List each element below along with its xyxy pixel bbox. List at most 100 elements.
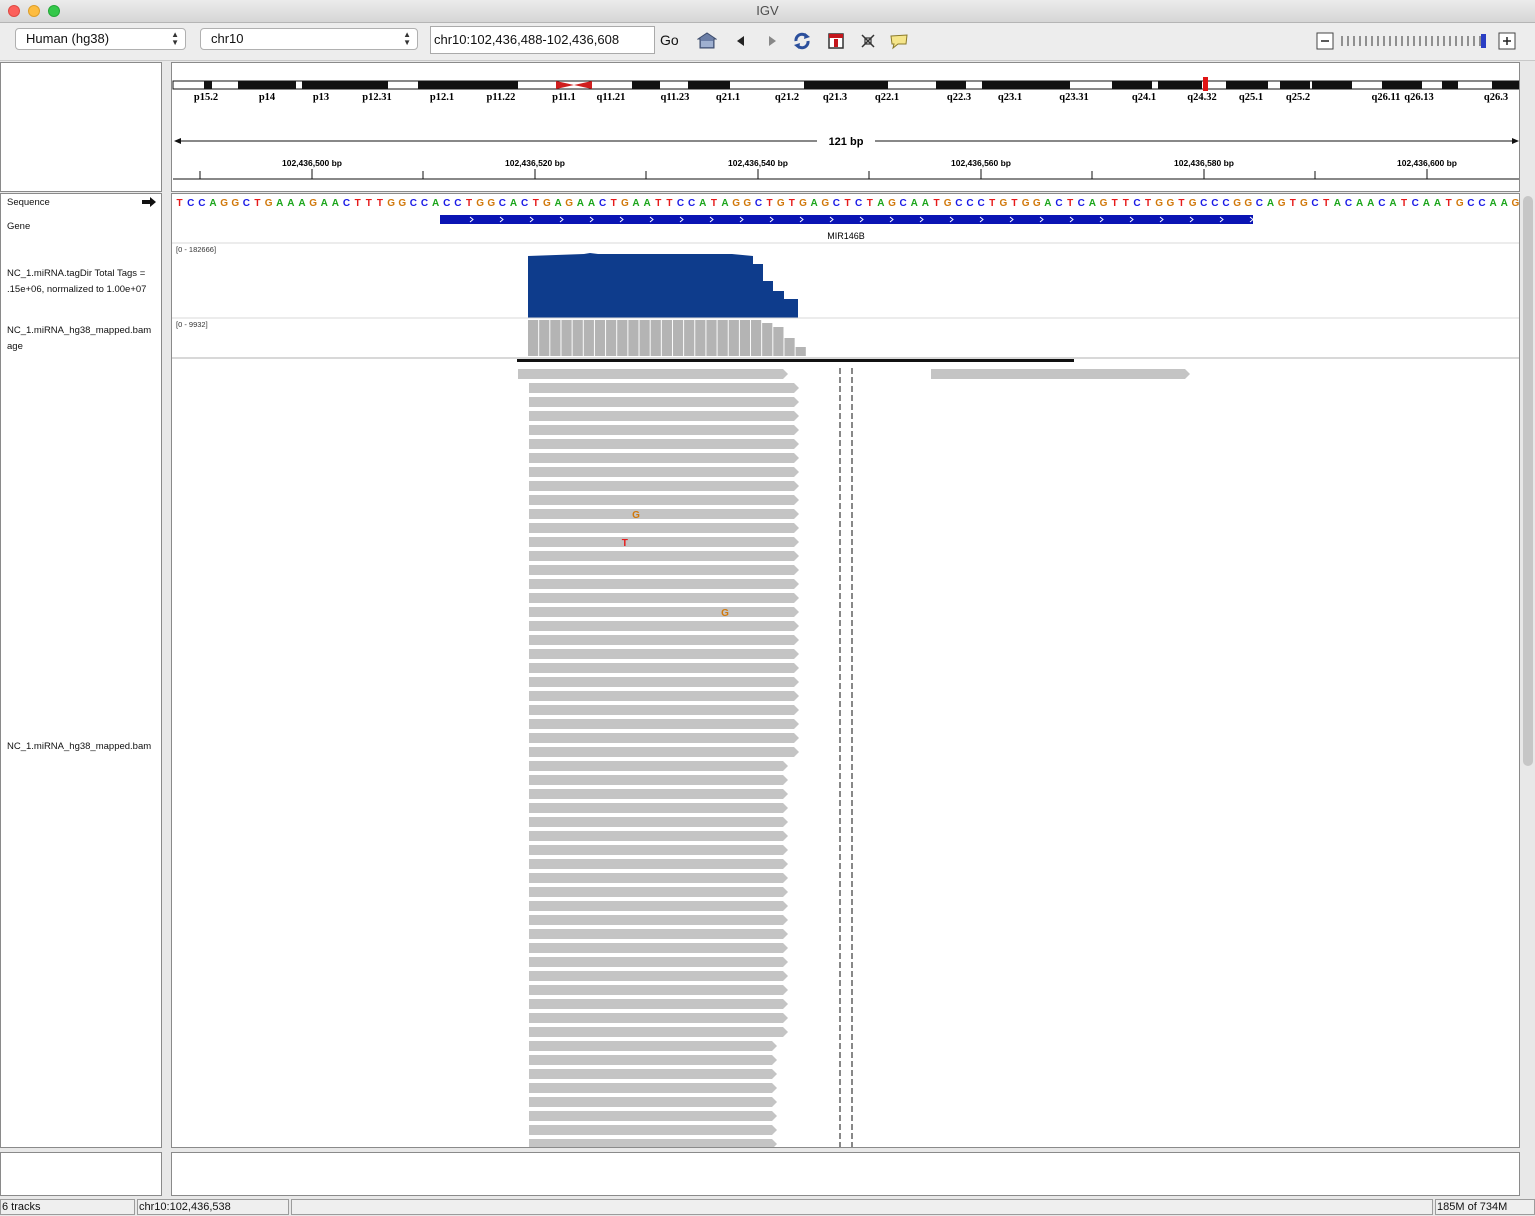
read[interactable] xyxy=(529,873,788,883)
zoom-slider[interactable] xyxy=(1316,32,1516,50)
sequence-track: TCCAGGCTGAAAGAACTTTGGCCACCTGGCACTGAGAACT… xyxy=(177,198,1520,209)
read[interactable] xyxy=(529,789,788,799)
coverage-track-name-1[interactable]: NC_1.miRNA_hg38_mapped.bam xyxy=(7,325,151,336)
read[interactable] xyxy=(529,1097,777,1107)
read[interactable] xyxy=(529,747,799,757)
read[interactable] xyxy=(529,719,799,729)
read[interactable] xyxy=(529,845,788,855)
read[interactable] xyxy=(529,397,799,407)
read[interactable] xyxy=(529,957,788,967)
read[interactable] xyxy=(529,439,799,449)
read[interactable] xyxy=(529,915,788,925)
read[interactable] xyxy=(518,369,788,379)
read[interactable] xyxy=(529,1125,777,1135)
gene-feature-mir146b[interactable] xyxy=(440,215,1253,224)
coverage-track-name-2[interactable]: age xyxy=(7,341,23,352)
locus-input[interactable]: chr10:102,436,488-102,436,608 xyxy=(430,26,655,54)
read[interactable] xyxy=(529,1013,788,1023)
band-label: q23.1 xyxy=(998,92,1022,103)
back-arrow-icon[interactable] xyxy=(731,31,751,51)
sequence-base: G xyxy=(732,198,740,209)
resize-to-window-icon[interactable] xyxy=(858,31,878,51)
sequence-track-name[interactable]: Sequence xyxy=(7,197,50,208)
sequence-base: A xyxy=(554,198,561,209)
read[interactable] xyxy=(529,467,799,477)
read[interactable] xyxy=(529,495,799,505)
read[interactable] xyxy=(529,733,799,743)
read[interactable] xyxy=(529,509,799,519)
home-icon[interactable] xyxy=(697,31,717,51)
sequence-base: C xyxy=(1078,198,1085,209)
read[interactable] xyxy=(529,761,788,771)
read[interactable] xyxy=(529,481,799,491)
read[interactable] xyxy=(529,691,799,701)
read[interactable] xyxy=(529,901,788,911)
sequence-base: A xyxy=(1423,198,1430,209)
region-of-interest-icon[interactable] xyxy=(826,31,846,51)
read[interactable] xyxy=(529,831,788,841)
read[interactable] xyxy=(529,425,799,435)
band-label: q25.2 xyxy=(1286,92,1310,103)
go-button[interactable]: Go xyxy=(660,32,679,48)
sequence-base: G xyxy=(1512,198,1520,209)
gene-track-name[interactable]: Gene xyxy=(7,221,30,232)
vertical-scrollbar[interactable] xyxy=(1523,196,1533,766)
read[interactable] xyxy=(529,817,788,827)
read[interactable] xyxy=(529,1027,788,1037)
chromosome-select[interactable]: chr10 ▲ ▼ xyxy=(200,28,418,50)
read[interactable] xyxy=(529,453,799,463)
read[interactable] xyxy=(529,1055,777,1065)
coverage-bar xyxy=(672,320,684,356)
read[interactable] xyxy=(529,383,799,393)
sequence-base: T xyxy=(533,198,539,209)
popup-info-icon[interactable] xyxy=(889,31,909,51)
read[interactable] xyxy=(529,677,799,687)
sequence-base: T xyxy=(177,198,183,209)
sequence-base: A xyxy=(1267,198,1274,209)
read[interactable] xyxy=(529,537,799,547)
read[interactable] xyxy=(529,971,788,981)
tagdir-track-name-1[interactable]: NC_1.miRNA.tagDir Total Tags = xyxy=(7,268,145,279)
strand-arrow-icon[interactable] xyxy=(141,196,157,208)
tagdir-track-name-2[interactable]: .15e+06, normalized to 1.00e+07 xyxy=(7,284,146,295)
read[interactable] xyxy=(529,663,799,673)
read[interactable] xyxy=(529,621,799,631)
read[interactable] xyxy=(529,649,799,659)
read[interactable] xyxy=(529,705,799,715)
span-label: 121 bp xyxy=(829,136,864,148)
read[interactable] xyxy=(529,1069,777,1079)
read[interactable] xyxy=(529,1083,777,1093)
read[interactable] xyxy=(931,369,1190,379)
read[interactable] xyxy=(529,579,799,589)
read[interactable] xyxy=(529,635,799,645)
genome-select[interactable]: Human (hg38) ▲ ▼ xyxy=(15,28,186,50)
read[interactable] xyxy=(529,1111,777,1121)
read[interactable] xyxy=(529,859,788,869)
sequence-base: G xyxy=(1456,198,1464,209)
read[interactable] xyxy=(529,943,788,953)
read[interactable] xyxy=(529,929,788,939)
read[interactable] xyxy=(529,565,799,575)
forward-arrow-icon[interactable] xyxy=(762,31,782,51)
read[interactable] xyxy=(529,523,799,533)
read[interactable] xyxy=(529,985,788,995)
sequence-base: G xyxy=(1022,198,1030,209)
alignment-track-name[interactable]: NC_1.miRNA_hg38_mapped.bam xyxy=(7,741,151,752)
refresh-icon[interactable] xyxy=(792,31,812,51)
read[interactable] xyxy=(529,887,788,897)
coverage-range: [0 - 9932] xyxy=(176,320,208,329)
read[interactable] xyxy=(529,593,799,603)
sequence-base: T xyxy=(711,198,717,209)
read[interactable] xyxy=(529,1139,777,1148)
read[interactable] xyxy=(529,775,788,785)
read[interactable] xyxy=(529,551,799,561)
sequence-base: C xyxy=(1412,198,1419,209)
coverage-bar xyxy=(706,320,717,356)
band-label: p12.1 xyxy=(430,92,454,103)
sequence-base: A xyxy=(922,198,929,209)
read[interactable] xyxy=(529,803,788,813)
read[interactable] xyxy=(529,607,799,617)
read[interactable] xyxy=(529,999,788,1009)
read[interactable] xyxy=(529,411,799,421)
read[interactable] xyxy=(529,1041,777,1051)
